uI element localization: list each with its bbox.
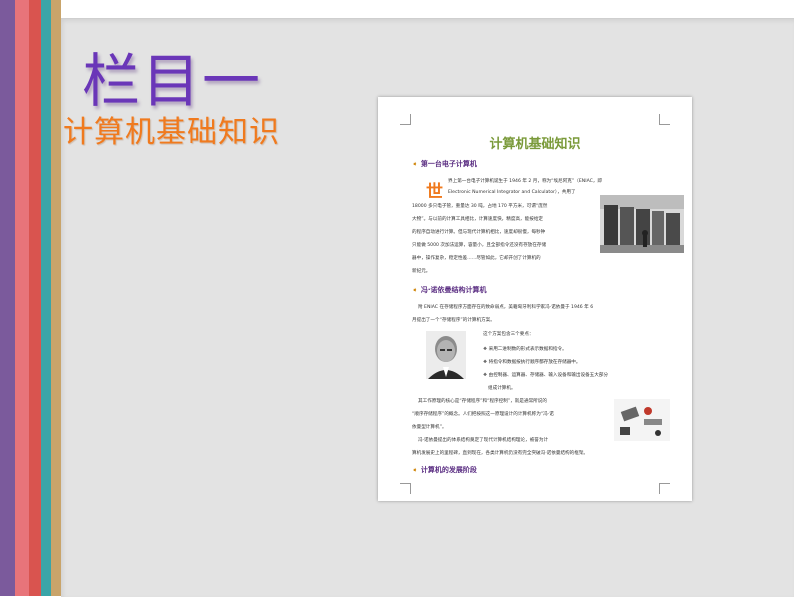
decor-stripe-red [29, 0, 41, 596]
section-heading-3: ➧ 计算机的发展阶段 [412, 466, 477, 474]
list-item-continuation: 组成计算机。 [488, 386, 516, 391]
von-neumann-portrait [426, 331, 466, 379]
section-heading-1: ➧ 第一台电子计算机 [412, 160, 477, 168]
decor-stripe-purple [0, 0, 15, 596]
paragraph-line: 月提出了一个“存储程序”的计算机方案。 [412, 318, 495, 323]
eniac-photo [600, 195, 684, 253]
arrow-bullet-icon: ➧ [412, 286, 418, 294]
paragraph-line: 大物”。与以前的计算工具相比，计算速度快，精度高，能按给定 [412, 217, 544, 222]
list-item: ❖ 将指令和数据按执行顺序都存放在存储器中。 [483, 360, 581, 365]
paragraph-line: “顺序存储程序”的概念。人们把按照这一原理设计的计算机称为“冯·诺 [412, 412, 554, 417]
computer-parts-photo [614, 399, 670, 441]
document-title: 计算机基础知识 [489, 137, 581, 152]
list-item: ❖ 采用二进制数的形式表示数据和指令。 [483, 347, 567, 352]
decor-stripe-teal [41, 0, 51, 596]
paragraph-line: 附 ENIAC 在存储程序方面存在的致命弱点，美籍匈牙利科学家冯·诺依曼于 19… [418, 305, 594, 310]
column-title: 栏目一 [82, 47, 263, 115]
paragraph-line: 其工作原理的核心是“存储程序”和“程序控制”，就是通常所说的 [418, 399, 547, 404]
paragraph-line: 只能做 5000 次加法运算，容量小，且全部指令还没有存放在存储 [412, 243, 547, 248]
paragraph-line: 18000 多只电子管，重量达 30 吨，占地 170 平方米，可谓“庞然 [412, 204, 548, 209]
paragraph-line: 器中，操作复杂，稳定性差……尽管如此，它却开创了计算机的 [412, 256, 541, 261]
arrow-bullet-icon: ➧ [412, 466, 418, 474]
paragraph-line: 新纪元。 [412, 269, 431, 274]
paragraph-line: 依曼型计算机”。 [412, 425, 447, 430]
column-subtitle: 计算机基础知识 [63, 115, 280, 150]
document-preview[interactable]: 计算机基础知识 ➧ 第一台电子计算机 世 界上第一台电子计算机诞生于 1946 年… [378, 97, 692, 501]
section-heading-2: ➧ 冯·诺依曼结构计算机 [412, 286, 487, 294]
paragraph-line: 算机发展史上的里程碑，直到现在，各类计算机仍没有完全突破冯·诺依曼结构的框架。 [412, 451, 589, 456]
page-corner-mark [400, 114, 411, 125]
dropcap-letter: 世 [426, 182, 443, 202]
page-corner-mark [659, 483, 670, 494]
decor-stripe-pink [15, 0, 29, 596]
paragraph-line: 冯·诺依曼提出的体系结构奠定了现代计算机结构理论，被誉为计 [418, 438, 549, 443]
page-corner-mark [400, 483, 411, 494]
paragraph-line: 的程序自动进行计算。但与现代计算机相比，速度却很慢，每秒钟 [412, 230, 546, 235]
list-item: ❖ 由控制器、运算器、存储器、输入设备和输出设备五大部分 [483, 373, 609, 378]
points-intro: 这个方案包含三个要点： [483, 332, 534, 337]
page-corner-mark [659, 114, 670, 125]
paragraph-line: 界上第一台电子计算机诞生于 1946 年 2 月，称为“埃尼阿克”（ENIAC，… [448, 179, 603, 184]
arrow-bullet-icon: ➧ [412, 160, 418, 168]
decor-stripe-tan [51, 0, 61, 596]
paragraph-line: Electronic Numerical Integrator and Calc… [448, 190, 576, 195]
